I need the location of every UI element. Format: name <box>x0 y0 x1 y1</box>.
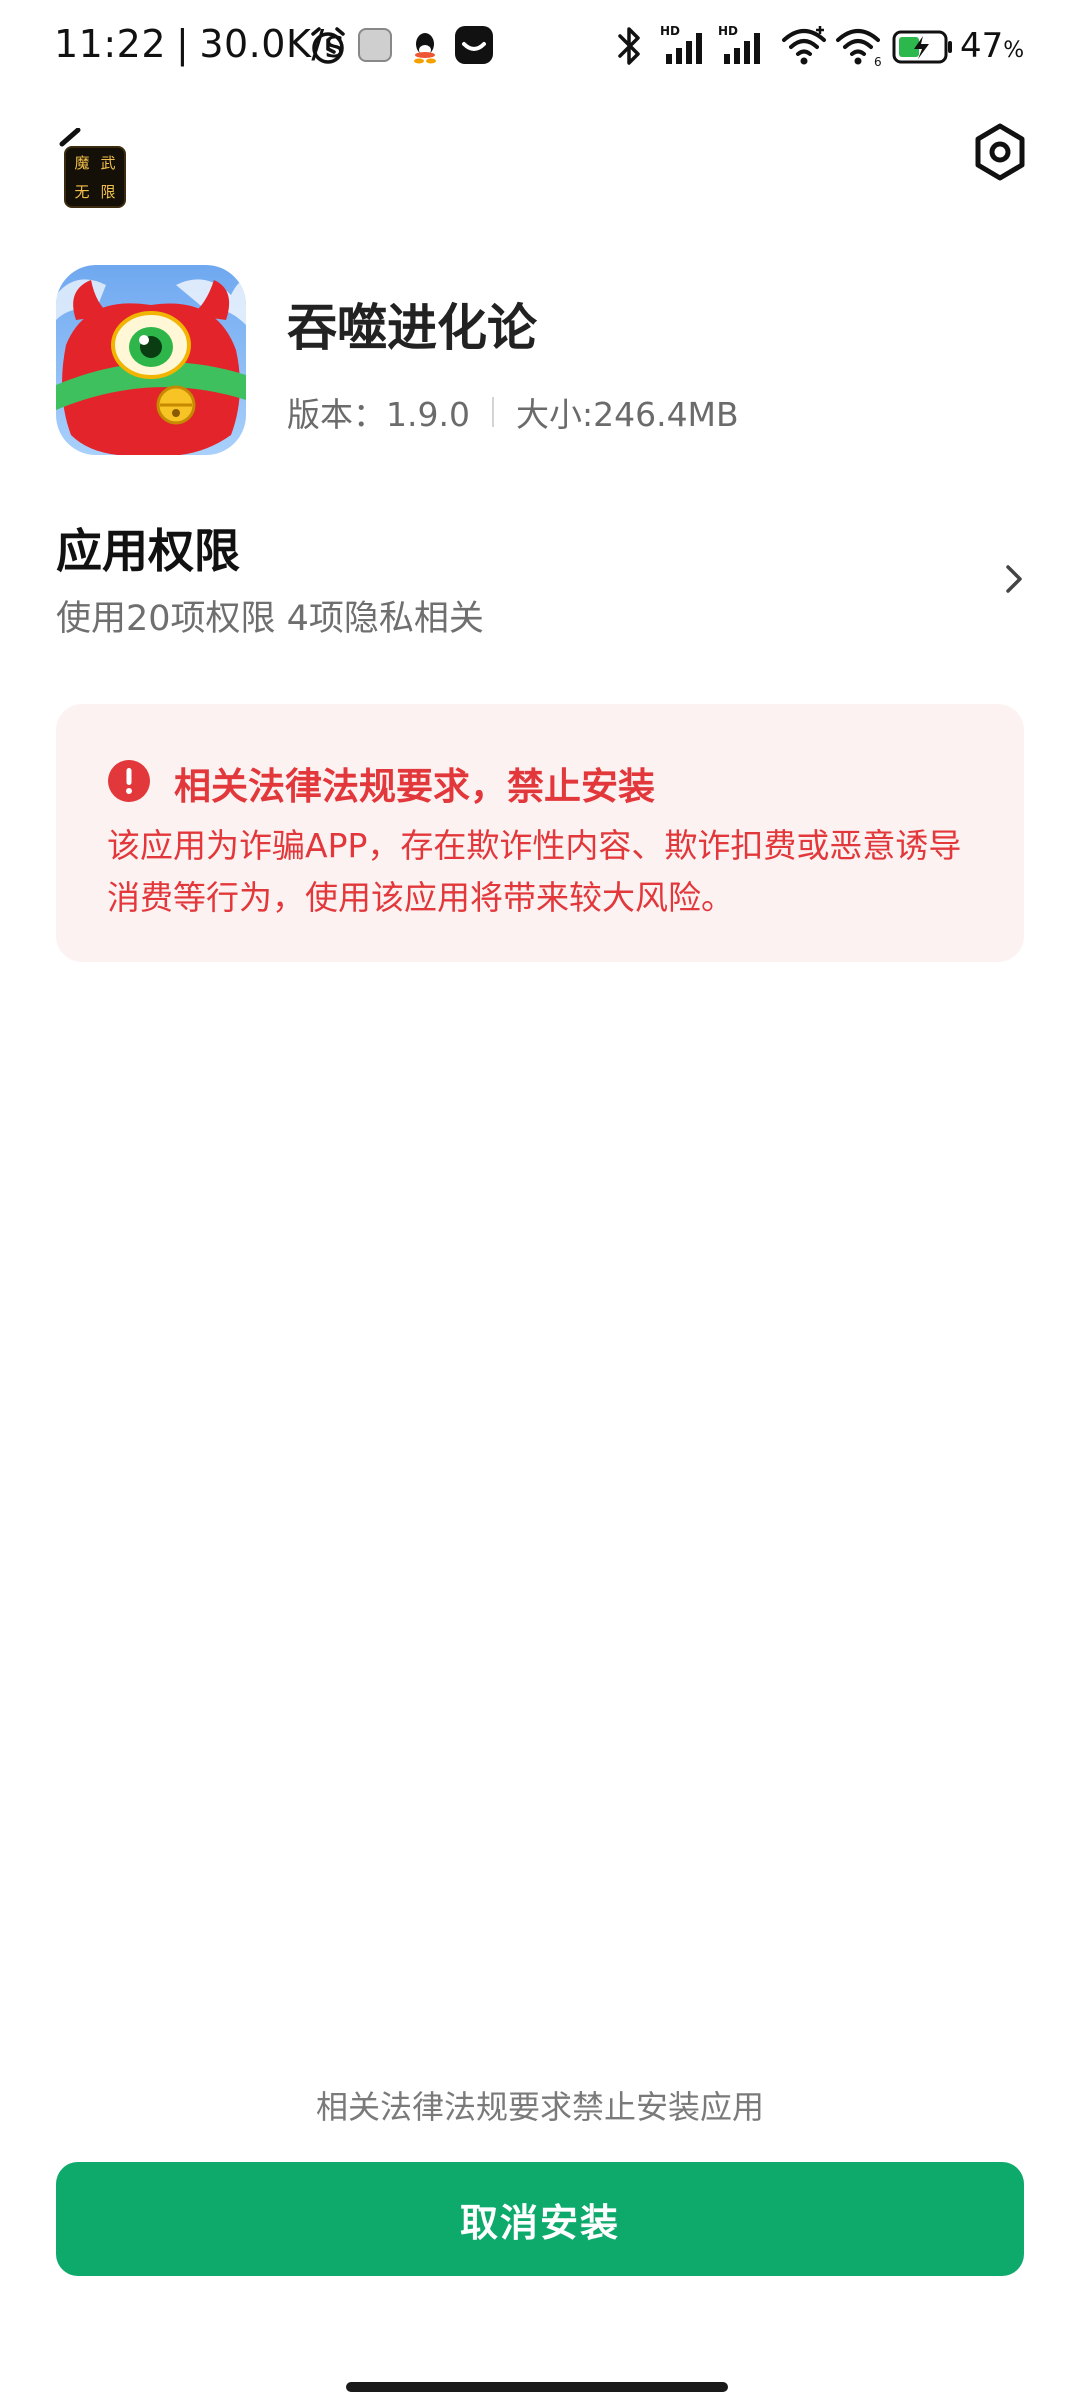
notification-icon <box>358 28 392 62</box>
app-name: 吞噬进化论 <box>287 299 537 357</box>
qq-icon <box>414 33 436 64</box>
bluetooth-icon <box>618 27 640 65</box>
app-meta: 版本：1.9.0 大小:246.4MB <box>287 388 739 436</box>
alert-icon <box>108 760 150 802</box>
meta-divider <box>491 397 494 427</box>
home-indicator[interactable] <box>346 2382 728 2392</box>
permissions-row[interactable]: 应用权限 使用20项权限 4项隐私相关 <box>56 515 1026 645</box>
install-blocked-note: 相关法律法规要求禁止安装应用 <box>315 2088 764 2126</box>
status-bar: 11:22 | 30.0K/s HD HD 6 47% <box>0 0 1080 96</box>
warning-title: 相关法律法规要求，禁止安装 <box>174 765 655 808</box>
app-size: 大小:246.4MB <box>515 395 739 434</box>
status-time: 11:22 | 30.0K/s <box>54 22 345 66</box>
back-button[interactable]: 魔武 无限 <box>56 128 136 214</box>
app-icon <box>455 26 493 64</box>
warning-card: 相关法律法规要求，禁止安装 该应用为诈骗APP，存在欺诈性内容、欺诈扣费或恶意诱… <box>56 704 1024 962</box>
battery-percent: 47% <box>960 26 1025 66</box>
hd-signal-icon: HD <box>660 24 702 64</box>
permissions-subtitle: 使用20项权限 4项隐私相关 <box>56 599 484 639</box>
cancel-install-button[interactable]: 取消安装 <box>56 2162 1024 2276</box>
svg-text:6: 6 <box>874 55 882 68</box>
hd-signal-icon: HD <box>718 24 760 64</box>
settings-icon[interactable] <box>970 122 1030 182</box>
app-icon-image <box>56 265 246 455</box>
svg-text:HD: HD <box>660 24 680 38</box>
permissions-title: 应用权限 <box>56 524 240 578</box>
warning-body: 该应用为诈骗APP，存在欺诈性内容、欺诈扣费或恶意诱导消费等行为，使用该应用将带… <box>107 826 962 917</box>
svg-text:HD: HD <box>718 24 738 38</box>
chevron-right-icon <box>1006 565 1022 593</box>
battery-charging-icon <box>892 30 952 64</box>
app-version: 版本：1.9.0 <box>287 395 470 434</box>
source-app-thumbnail: 魔武 无限 <box>64 146 126 208</box>
wifi-icon <box>782 26 826 65</box>
wifi-icon: 6 <box>836 29 882 68</box>
alarm-icon <box>311 27 345 64</box>
